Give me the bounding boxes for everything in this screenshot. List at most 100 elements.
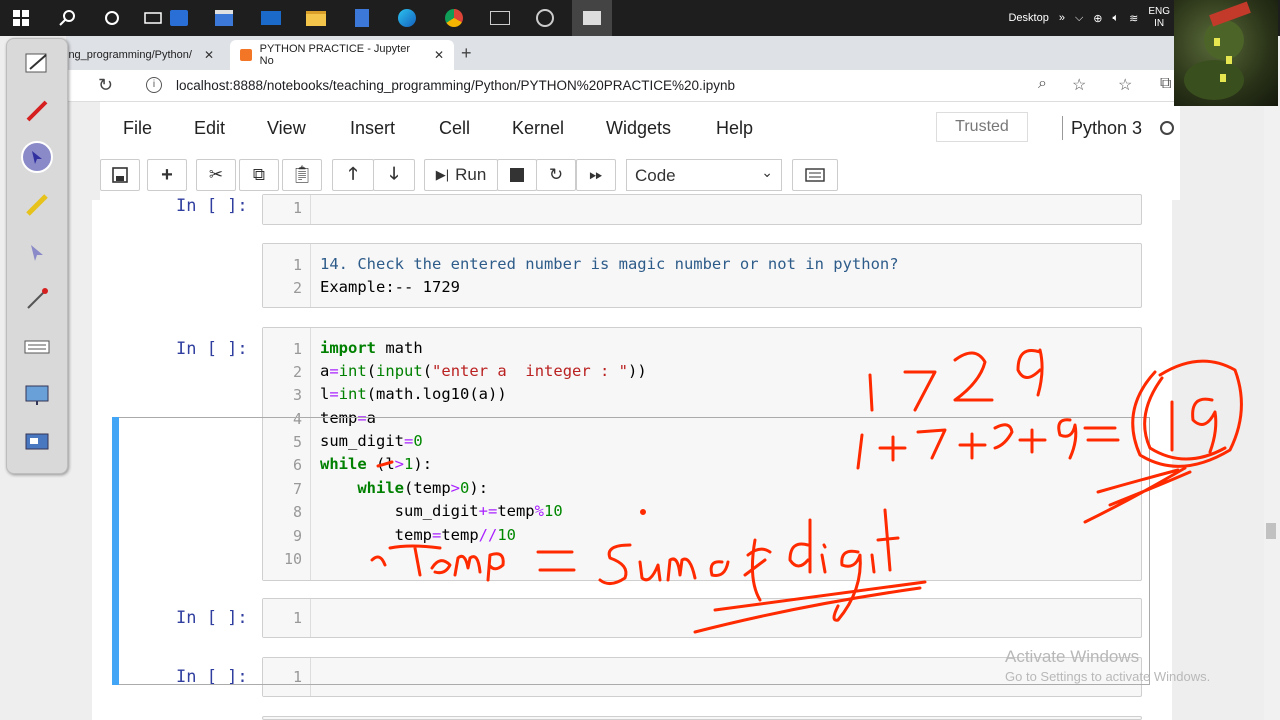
cortana-icon[interactable] (99, 5, 125, 31)
trusted-indicator[interactable]: Trusted (936, 112, 1028, 142)
command-palette-button[interactable] (792, 159, 838, 191)
window-app-icon[interactable] (487, 5, 513, 31)
task-view-icon[interactable] (140, 5, 166, 31)
whiteboard-app-icon[interactable] (572, 0, 612, 36)
cell-type-value: Code (635, 166, 676, 185)
code-line: a=int(input("enter a integer : ")) (320, 362, 647, 380)
bookmark-star-icon[interactable]: ☆ (1072, 75, 1086, 95)
run-label: Run (455, 165, 487, 184)
windows-start-icon[interactable] (8, 5, 34, 31)
menu-help[interactable]: Help (716, 118, 753, 139)
url-field[interactable]: localhost:8888/notebooks/teaching_progra… (176, 78, 735, 93)
markdown-line: 14. Check the entered number is magic nu… (320, 255, 899, 273)
cut-button[interactable]: ✂ (196, 159, 236, 191)
file-explorer-icon[interactable] (303, 5, 329, 31)
cell-input[interactable]: 1 (262, 194, 1142, 225)
kernel-status-icon (1160, 121, 1174, 135)
menu-insert[interactable]: Insert (350, 118, 395, 139)
line-number: 1 (292, 199, 302, 217)
presentation-icon[interactable] (21, 427, 53, 459)
cursor-icon[interactable] (21, 237, 53, 269)
globe-icon[interactable]: ⊕ (1093, 12, 1102, 25)
chevron-down-icon: ⌄ (761, 164, 773, 180)
tab-python-practice[interactable]: PYTHON PRACTICE - Jupyter No ✕ (230, 40, 454, 70)
language-indicator[interactable]: ENG IN (1148, 6, 1170, 30)
notebook-container: In [ ]: 1 1 2 14. Check the entered numb… (92, 194, 1172, 720)
menu-file[interactable]: File (123, 118, 152, 139)
annotation-toolbar (6, 38, 68, 474)
tab-notebook-list[interactable]: ing_programming/Python/ ✕ (56, 40, 224, 70)
jupyter-favicon-icon (240, 49, 252, 61)
arrow-down-icon: 🡓 (389, 163, 399, 183)
paste-button[interactable]: 📋︎ (282, 159, 322, 191)
network-icon[interactable]: ⌵ (1075, 12, 1083, 25)
code-cell-partial (92, 716, 1172, 720)
copy-button[interactable]: ⧉ (239, 159, 279, 191)
browser-tab-bar: ing_programming/Python/ ✕ PYTHON PRACTIC… (66, 36, 1174, 70)
chrome-icon[interactable] (441, 5, 467, 31)
cell-input (262, 716, 1142, 720)
screen-capture-icon[interactable] (21, 379, 53, 411)
search-icon[interactable] (55, 5, 81, 31)
lang-line2: IN (1154, 18, 1165, 29)
stop-icon (510, 168, 524, 182)
red-pen-icon[interactable] (21, 95, 53, 127)
close-tab-icon[interactable]: ✕ (204, 48, 214, 62)
close-tab-icon[interactable]: ✕ (434, 48, 444, 62)
interrupt-button[interactable] (497, 159, 537, 191)
insert-cell-button[interactable]: + (147, 159, 187, 191)
kernel-name[interactable]: Python 3 (1071, 118, 1142, 139)
selected-cell-border (112, 417, 1150, 685)
move-up-button[interactable]: 🡑 (332, 159, 374, 191)
highlighter-icon[interactable] (21, 189, 53, 221)
desktop-label[interactable]: Desktop (1008, 12, 1048, 24)
page-scrollbar[interactable] (1264, 102, 1280, 720)
notepad-icon[interactable] (21, 47, 53, 79)
zoom-icon[interactable]: ⌕ (1038, 75, 1047, 93)
app-icon-blue[interactable] (166, 5, 192, 31)
app-circle-icon[interactable] (532, 5, 558, 31)
wifi-icon[interactable]: ≋ (1129, 12, 1138, 25)
save-icon (112, 167, 128, 183)
store-icon[interactable] (211, 5, 237, 31)
new-tab-button[interactable]: + (461, 43, 472, 64)
cell-prompt: In [ ]: (176, 339, 248, 359)
fast-forward-icon: ⏩︎ (589, 165, 603, 184)
menu-edit[interactable]: Edit (194, 118, 225, 139)
move-down-button[interactable]: 🡓 (373, 159, 415, 191)
arrow-up-icon: 🡑 (348, 163, 358, 183)
step-forward-icon: ▶︎| (435, 167, 450, 182)
cell-type-select[interactable]: Code ⌄ (626, 159, 782, 191)
jupyter-menubar: File Edit View Insert Cell Kernel Widget… (100, 102, 1180, 152)
restart-run-all-button[interactable]: ⏩︎ (576, 159, 616, 191)
run-button[interactable]: ▶︎| Run (424, 159, 498, 191)
kernel-separator (1062, 116, 1063, 140)
tab-label: ing_programming/Python/ (66, 49, 192, 61)
reload-icon[interactable]: ↻ (98, 75, 113, 96)
scrollbar-thumb[interactable] (1266, 523, 1276, 539)
collections-icon[interactable]: ⧉ (1160, 75, 1171, 93)
menu-cell[interactable]: Cell (439, 118, 470, 139)
menu-kernel[interactable]: Kernel (512, 118, 564, 139)
eraser-pen-icon[interactable] (21, 283, 53, 315)
restart-icon: ↻ (548, 165, 564, 184)
restart-button[interactable]: ↻ (536, 159, 576, 191)
edge-icon[interactable] (394, 5, 420, 31)
calculator-icon[interactable] (349, 5, 375, 31)
chevron-up-icon[interactable]: » (1059, 12, 1065, 24)
scissors-icon: ✂ (208, 165, 224, 184)
pointer-tool-icon[interactable] (21, 141, 53, 173)
menu-widgets[interactable]: Widgets (606, 118, 671, 139)
menu-view[interactable]: View (267, 118, 306, 139)
windows-taskbar: Desktop » ⌵ ⊕ 🔈︎ ≋ ENG IN (0, 0, 1280, 36)
mail-icon[interactable] (258, 5, 284, 31)
line-gutter: 1 2 (263, 244, 311, 307)
favorites-icon[interactable]: ☆ (1118, 75, 1132, 95)
cell-input[interactable]: 1 2 14. Check the entered number is magi… (262, 243, 1142, 308)
watermark-subtitle: Go to Settings to activate Windows. (1005, 669, 1211, 684)
volume-icon[interactable]: 🔈︎ (1113, 12, 1120, 25)
keyboard-icon[interactable] (21, 331, 53, 363)
site-info-icon[interactable]: i (146, 77, 162, 93)
save-button[interactable] (100, 159, 140, 191)
copy-icon: ⧉ (252, 165, 266, 184)
